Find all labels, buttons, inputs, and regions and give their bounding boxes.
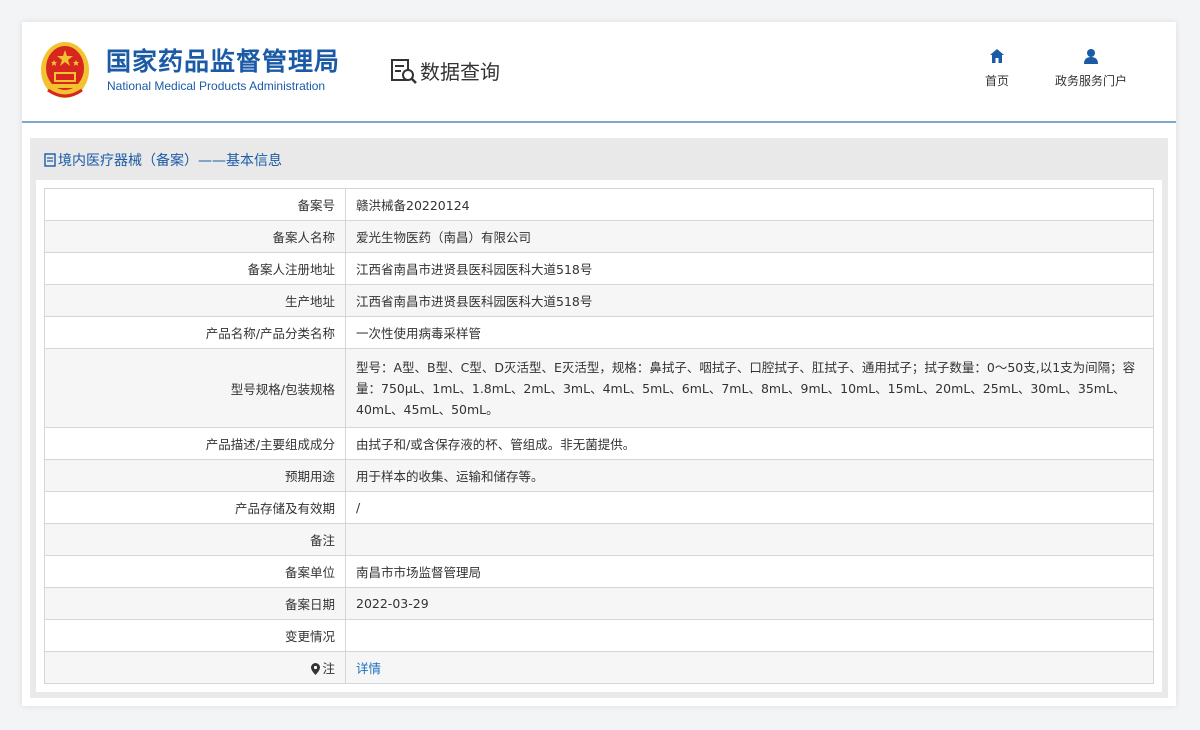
user-icon: [1084, 49, 1098, 64]
row-value: 一次性使用病毒采样管: [345, 316, 1154, 349]
site-header: 国家药品监督管理局 National Medical Products Admi…: [22, 22, 1176, 123]
note-row-label: 注: [44, 651, 346, 684]
service-portal-nav-link[interactable]: 政务服务门户: [1046, 48, 1136, 89]
details-link[interactable]: 详情: [356, 661, 381, 676]
row-label: 备案号: [44, 188, 346, 221]
note-label-text: 注: [322, 661, 335, 676]
table-row: 产品存储及有效期 /: [44, 491, 1154, 524]
table-row: 型号规格/包装规格 型号：A型、B型、C型、D灭活型、E灭活型，规格：鼻拭子、咽…: [44, 348, 1154, 428]
document-search-icon: [391, 59, 417, 84]
row-label: 备案人名称: [44, 220, 346, 253]
page-title: 数据查询: [420, 60, 500, 84]
section-title: 境内医疗器械（备案）——基本信息: [44, 150, 282, 170]
document-icon: [44, 153, 56, 167]
section-title-text: 境内医疗器械（备案）——基本信息: [58, 153, 282, 169]
home-icon: [990, 49, 1004, 63]
table-row: 备注: [44, 523, 1154, 556]
row-label: 变更情况: [44, 619, 346, 652]
row-value: 型号：A型、B型、C型、D灭活型、E灭活型，规格：鼻拭子、咽拭子、口腔拭子、肛拭…: [345, 348, 1154, 428]
row-value: /: [345, 491, 1154, 524]
map-pin-icon: [311, 663, 321, 675]
row-label: 备注: [44, 523, 346, 556]
row-value: 用于样本的收集、运输和储存等。: [345, 459, 1154, 492]
row-label: 产品名称/产品分类名称: [44, 316, 346, 349]
agency-name-en: National Medical Products Administration: [107, 79, 326, 93]
row-value: [345, 523, 1154, 556]
table-row: 备案号 赣洪械备20220124: [44, 188, 1154, 221]
home-nav-link[interactable]: 首页: [980, 48, 1014, 89]
row-label: 生产地址: [44, 284, 346, 317]
basic-info-table: 备案号 赣洪械备20220124 备案人名称 爱光生物医药（南昌）有限公司 备案…: [44, 188, 1154, 684]
row-label: 预期用途: [44, 459, 346, 492]
home-nav-label[interactable]: 首页: [980, 72, 1014, 89]
row-label: 备案单位: [44, 555, 346, 588]
basic-info-section: 境内医疗器械（备案）——基本信息 备案号 赣洪械备20220124 备案人名称 …: [30, 138, 1168, 698]
main-card: 国家药品监督管理局 National Medical Products Admi…: [22, 22, 1176, 706]
table-row: 备案单位 南昌市市场监督管理局: [44, 555, 1154, 588]
table-row: 预期用途 用于样本的收集、运输和储存等。: [44, 459, 1154, 492]
agency-name-cn: 国家药品监督管理局: [106, 47, 341, 76]
row-value: 江西省南昌市进贤县医科园医科大道518号: [345, 284, 1154, 317]
national-emblem-icon[interactable]: [40, 40, 90, 100]
row-label: 型号规格/包装规格: [44, 348, 346, 428]
row-value: 2022-03-29: [345, 587, 1154, 620]
row-value: [345, 619, 1154, 652]
row-value: 江西省南昌市进贤县医科园医科大道518号: [345, 252, 1154, 285]
table-row: 注 详情: [44, 651, 1154, 684]
row-label: 备案人注册地址: [44, 252, 346, 285]
row-value: 爱光生物医药（南昌）有限公司: [345, 220, 1154, 253]
table-row: 产品描述/主要组成成分 由拭子和/或含保存液的杯、管组成。非无菌提供。: [44, 427, 1154, 460]
table-row: 备案人名称 爱光生物医药（南昌）有限公司: [44, 220, 1154, 253]
header-divider: [22, 121, 1176, 123]
table-row: 备案日期 2022-03-29: [44, 587, 1154, 620]
row-value: 赣洪械备20220124: [345, 188, 1154, 221]
row-value: 详情: [345, 651, 1154, 684]
row-value: 由拭子和/或含保存液的杯、管组成。非无菌提供。: [345, 427, 1154, 460]
service-portal-nav-label[interactable]: 政务服务门户: [1046, 72, 1136, 89]
section-body: 备案号 赣洪械备20220124 备案人名称 爱光生物医药（南昌）有限公司 备案…: [36, 180, 1162, 692]
row-label: 产品存储及有效期: [44, 491, 346, 524]
table-row: 生产地址 江西省南昌市进贤县医科园医科大道518号: [44, 284, 1154, 317]
row-label: 产品描述/主要组成成分: [44, 427, 346, 460]
table-row: 变更情况: [44, 619, 1154, 652]
table-row: 产品名称/产品分类名称 一次性使用病毒采样管: [44, 316, 1154, 349]
table-row: 备案人注册地址 江西省南昌市进贤县医科园医科大道518号: [44, 252, 1154, 285]
row-value: 南昌市市场监督管理局: [345, 555, 1154, 588]
row-label: 备案日期: [44, 587, 346, 620]
